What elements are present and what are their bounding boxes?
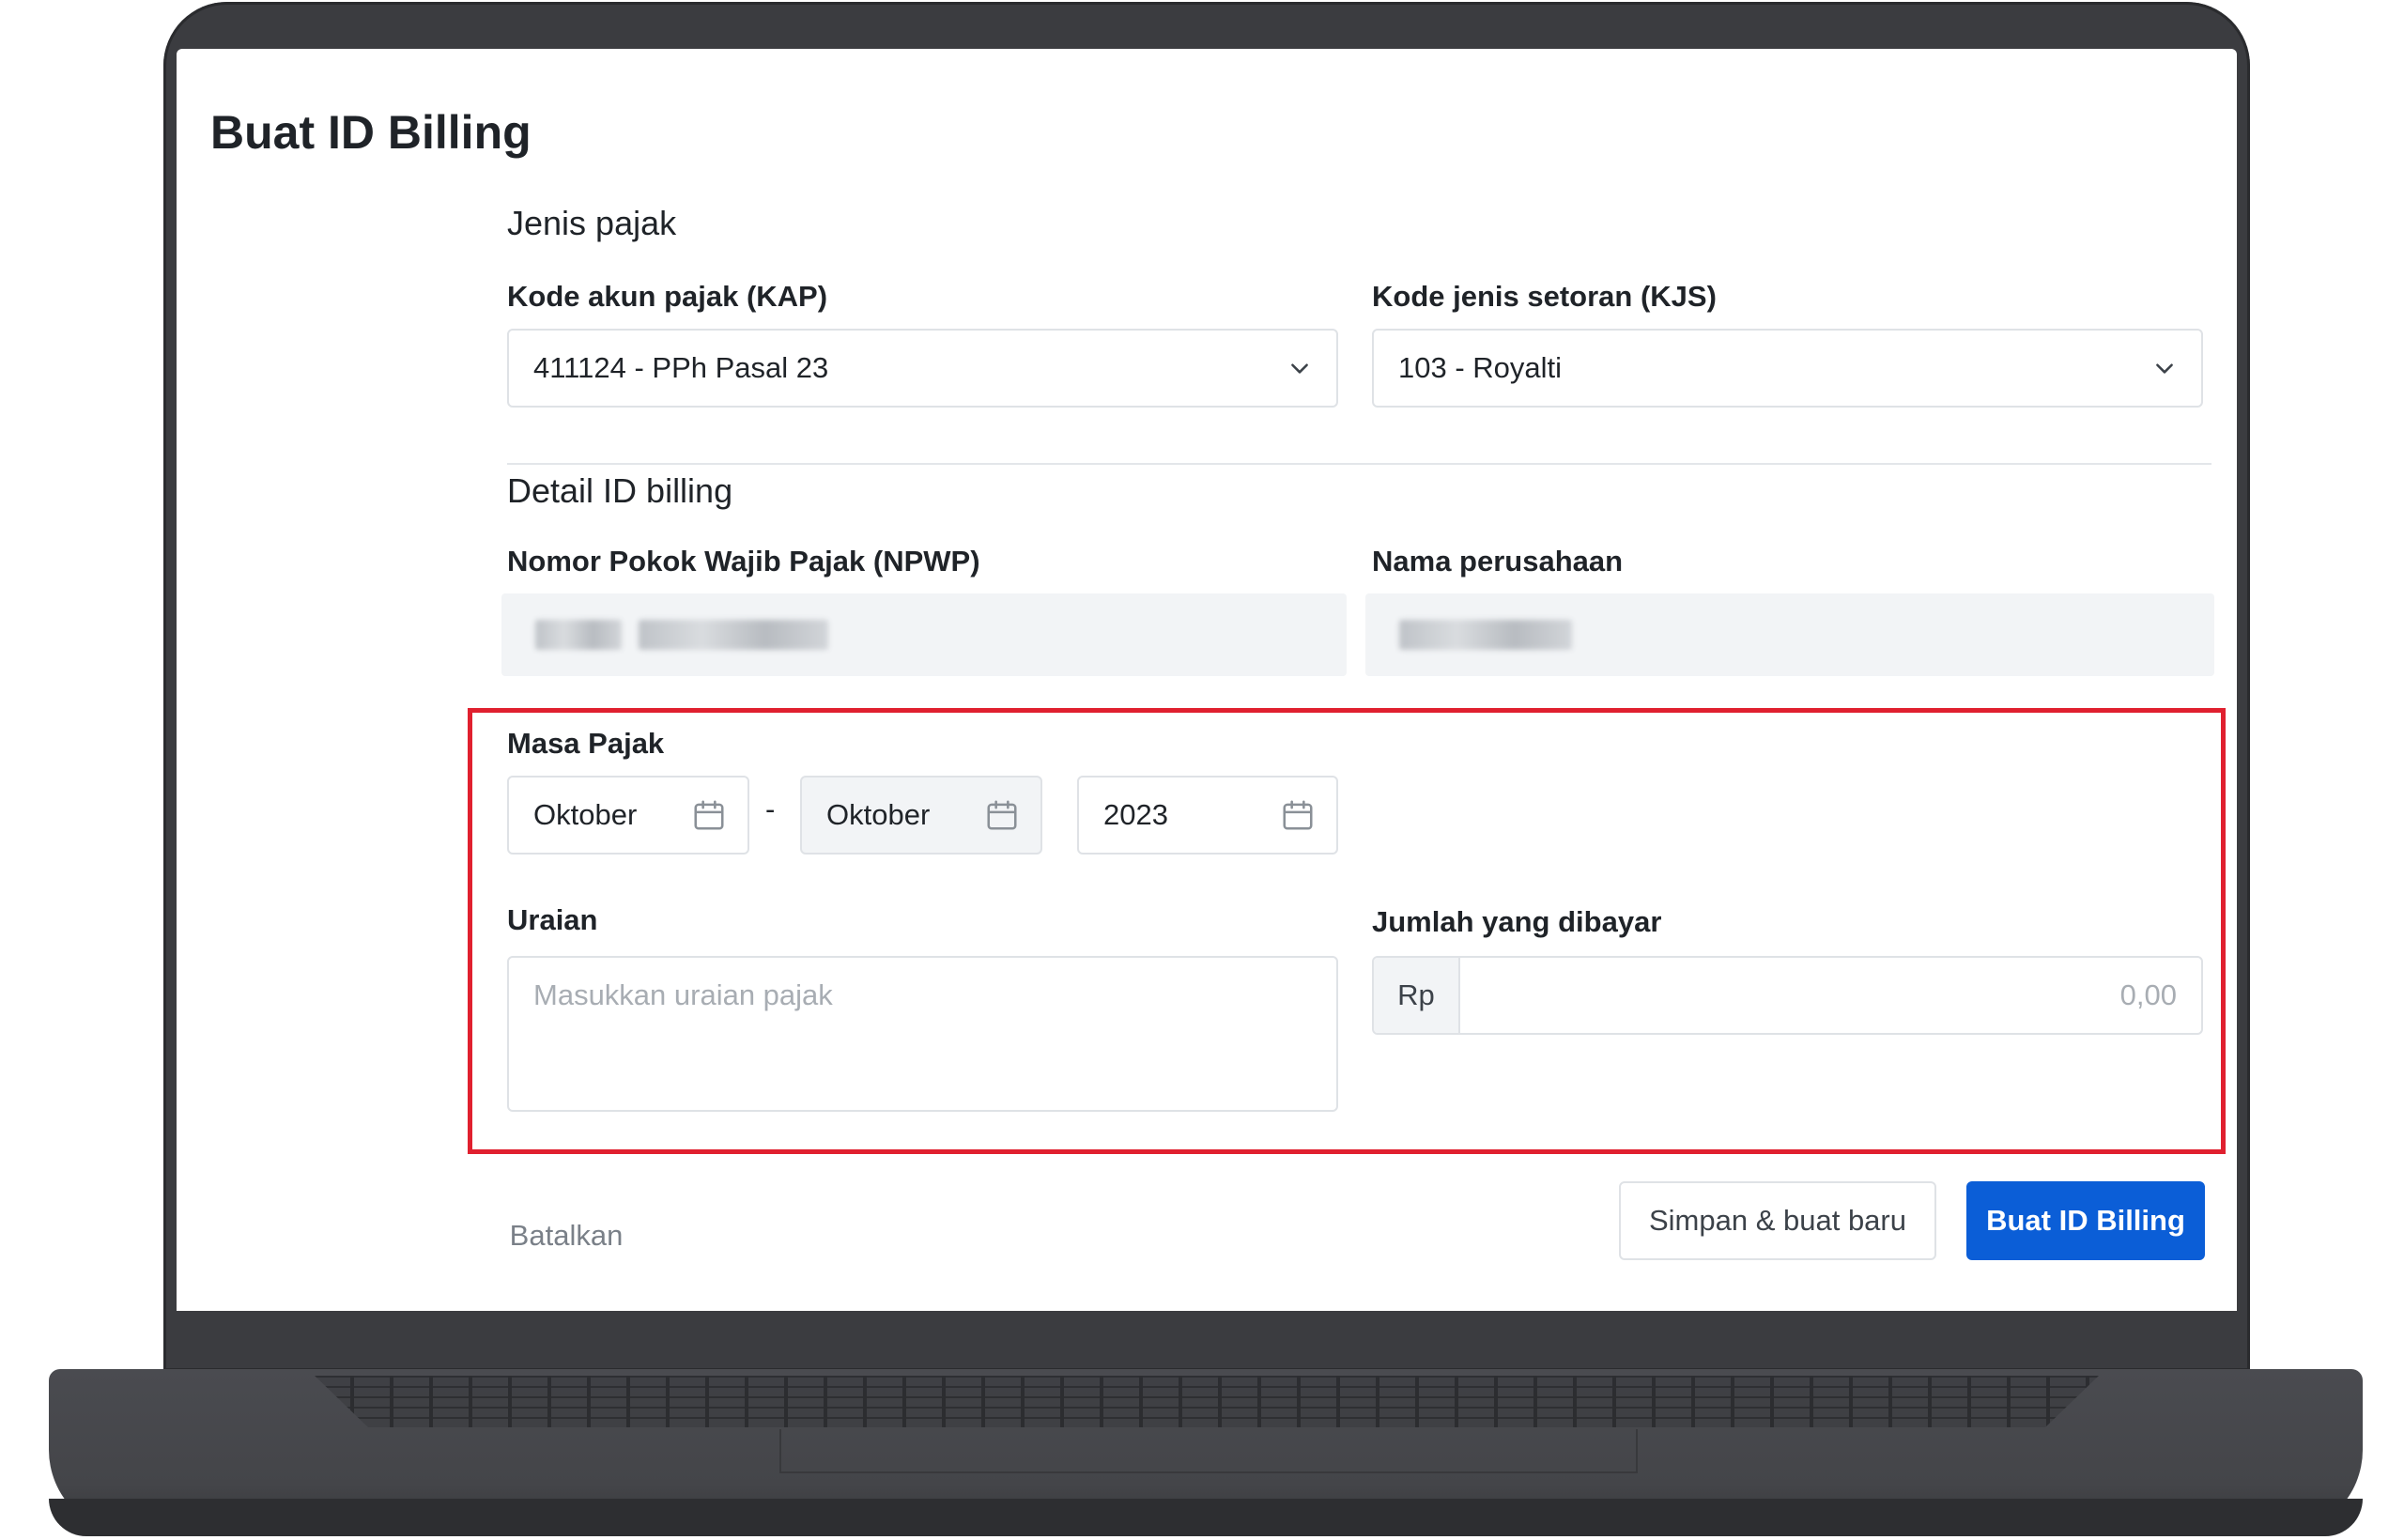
save-and-new-button[interactable]: Simpan & buat baru xyxy=(1619,1181,1936,1260)
masa-pajak-year-value: 2023 xyxy=(1103,798,1168,831)
kap-label: Kode akun pajak (KAP) xyxy=(507,280,828,313)
jumlah-placeholder: 0,00 xyxy=(2119,978,2177,1011)
currency-prefix: Rp xyxy=(1374,958,1460,1033)
calendar-icon xyxy=(1283,800,1313,830)
company-field-redacted xyxy=(1365,593,2214,676)
page-title: Buat ID Billing xyxy=(210,106,532,159)
screen-bezel-bottom xyxy=(177,1311,2237,1358)
uraian-textarea[interactable]: Masukkan uraian pajak xyxy=(507,956,1338,1112)
kap-select-value: 411124 - PPh Pasal 23 xyxy=(533,351,829,384)
redacted-text xyxy=(535,620,622,650)
masa-pajak-from[interactable]: Oktober xyxy=(507,776,749,855)
uraian-placeholder: Masukkan uraian pajak xyxy=(533,978,833,1011)
section-divider xyxy=(507,463,2211,465)
masa-pajak-to[interactable]: Oktober xyxy=(800,776,1042,855)
calendar-icon xyxy=(987,800,1017,830)
kjs-label: Kode jenis setoran (KJS) xyxy=(1372,280,1717,313)
npwp-label: Nomor Pokok Wajib Pajak (NPWP) xyxy=(507,545,980,578)
date-range-separator: - xyxy=(765,793,776,825)
masa-pajak-year[interactable]: 2023 xyxy=(1077,776,1338,855)
masa-pajak-label: Masa Pajak xyxy=(507,727,665,760)
create-billing-button[interactable]: Buat ID Billing xyxy=(1966,1181,2205,1260)
calendar-icon xyxy=(694,800,724,830)
section-title-jenis-pajak: Jenis pajak xyxy=(507,204,677,242)
cancel-button[interactable]: Batalkan xyxy=(496,1196,637,1275)
redacted-text xyxy=(1399,620,1572,650)
company-label: Nama perusahaan xyxy=(1372,545,1624,578)
laptop-base-rim xyxy=(49,1499,2363,1536)
uraian-label: Uraian xyxy=(507,903,598,936)
screen: Buat ID Billing Jenis pajak Kode akun pa… xyxy=(177,49,2237,1311)
section-title-detail: Detail ID billing xyxy=(507,471,733,510)
laptop-keyboard xyxy=(315,1376,2099,1427)
masa-pajak-from-value: Oktober xyxy=(533,798,638,831)
chevron-down-icon xyxy=(1291,363,1308,374)
masa-pajak-to-value: Oktober xyxy=(826,798,931,831)
redacted-text xyxy=(639,620,828,650)
chevron-down-icon xyxy=(2156,363,2173,374)
npwp-field-redacted xyxy=(501,593,1347,676)
kjs-select-value: 103 - Royalti xyxy=(1398,351,1563,384)
jumlah-input[interactable]: Rp 0,00 xyxy=(1372,956,2203,1035)
kap-select[interactable]: 411124 - PPh Pasal 23 xyxy=(507,329,1338,408)
laptop-trackpad xyxy=(779,1429,1638,1473)
jumlah-label: Jumlah yang dibayar xyxy=(1372,905,1662,938)
kjs-select[interactable]: 103 - Royalti xyxy=(1372,329,2203,408)
